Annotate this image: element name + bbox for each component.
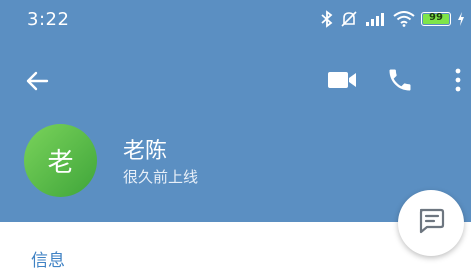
contact-status: 很久前上线 xyxy=(123,168,199,186)
wifi-icon xyxy=(393,11,415,27)
message-button[interactable] xyxy=(398,190,464,256)
toolbar xyxy=(0,52,471,108)
status-time: 3:22 xyxy=(27,9,70,30)
phone-icon[interactable] xyxy=(386,66,414,94)
profile-header: 3:22 99 老 老陈 很久前上线 xyxy=(0,0,471,222)
avatar-initial: 老 xyxy=(47,148,74,178)
status-bar: 3:22 99 xyxy=(0,0,471,40)
signal-icon xyxy=(365,11,387,27)
more-vert-icon[interactable] xyxy=(450,66,466,94)
contact-name: 老陈 xyxy=(123,139,168,164)
back-arrow-icon[interactable] xyxy=(22,66,52,96)
system-icons: 99 xyxy=(321,10,465,28)
mute-icon xyxy=(339,10,359,28)
message-icon xyxy=(416,206,446,240)
battery-icon: 99 xyxy=(421,12,451,26)
battery-level: 99 xyxy=(429,12,443,23)
avatar[interactable]: 老 xyxy=(24,124,97,197)
charging-icon xyxy=(457,12,465,26)
video-call-icon[interactable] xyxy=(326,68,358,92)
info-section-title: 信息 xyxy=(31,251,65,271)
bluetooth-icon xyxy=(321,10,333,28)
